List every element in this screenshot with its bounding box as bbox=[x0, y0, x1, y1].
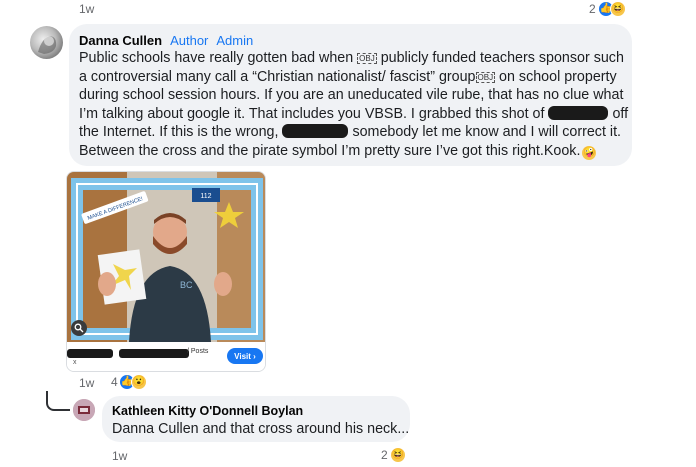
reply-author[interactable]: Kathleen Kitty O'Donnell Boylan bbox=[112, 404, 303, 418]
wow-icon: 😮 bbox=[130, 374, 147, 390]
comment-reactions[interactable]: 4 👍 😮 bbox=[111, 374, 147, 390]
haha-icon: 😆 bbox=[389, 447, 406, 463]
reply-time[interactable]: 1w bbox=[112, 449, 127, 463]
previous-comment-reactions[interactable]: 2 👍 😆 bbox=[589, 1, 626, 17]
comment-line: Public schools have really gotten bad wh… bbox=[79, 50, 358, 66]
redacted-block bbox=[119, 349, 189, 358]
reply-text: Danna Cullen and that cross around his n… bbox=[112, 421, 410, 437]
redacted-block bbox=[548, 105, 609, 120]
redacted-block bbox=[282, 124, 349, 139]
haha-icon: 😆 bbox=[609, 1, 626, 17]
redacted-block bbox=[67, 349, 113, 358]
zoom-icon[interactable] bbox=[71, 320, 87, 336]
comment-header: Danna Cullen Author Admin bbox=[79, 32, 253, 50]
comment-line: Between the cross and the pirate symbol … bbox=[79, 142, 581, 159]
author-badge: Author bbox=[170, 33, 209, 48]
comment-line: I’m talking about google it. That includ… bbox=[79, 105, 545, 122]
comment-text: Public schools have really gotten bad wh… bbox=[79, 49, 629, 161]
reaction-count: 2 bbox=[589, 2, 596, 16]
card-footer: / Posts x Visit › bbox=[67, 342, 265, 371]
footer-x-label: x bbox=[73, 359, 77, 366]
reply-bubble: Kathleen Kitty O'Donnell Boylan Danna Cu… bbox=[102, 396, 410, 442]
image-preview-card[interactable]: 112 MAKE A DIFFERENCE! BC / Posts x Visi… bbox=[66, 171, 266, 372]
comment-line: somebody let me know and I will correct … bbox=[348, 124, 622, 141]
comment-line: off bbox=[608, 105, 629, 122]
comment-author[interactable]: Danna Cullen bbox=[79, 33, 162, 48]
comment-line: a controversial many call a “Christian n… bbox=[79, 68, 476, 85]
comment-line: on school property bbox=[495, 68, 617, 85]
reaction-count: 2 bbox=[381, 448, 388, 462]
object-glyph: OBJ bbox=[357, 53, 377, 64]
comment-bubble: Danna Cullen Author Admin Public schools h… bbox=[69, 24, 632, 166]
zoom-glyph bbox=[74, 323, 84, 333]
visit-button[interactable]: Visit › bbox=[227, 348, 263, 364]
admin-badge: Admin bbox=[216, 33, 254, 48]
comment-line: publicly funded teachers sponsor such bbox=[376, 50, 624, 66]
avatar-kathleen-boylan[interactable] bbox=[73, 399, 95, 421]
avatar-image bbox=[38, 36, 57, 54]
frame-badge-text: 112 bbox=[200, 193, 211, 200]
shirt-logo-text: BC bbox=[180, 280, 193, 290]
posts-label: / Posts bbox=[187, 348, 209, 355]
photo[interactable]: 112 MAKE A DIFFERENCE! BC bbox=[67, 172, 265, 342]
reply-reactions[interactable]: 2 😆 bbox=[381, 447, 406, 463]
comment-line: the Internet. If this is the wrong, bbox=[79, 124, 279, 141]
previous-comment-time[interactable]: 1w bbox=[79, 2, 94, 16]
avatar-image bbox=[73, 399, 95, 421]
comment-time[interactable]: 1w bbox=[79, 376, 94, 390]
reply-connector-line bbox=[46, 391, 70, 411]
reaction-count: 4 bbox=[111, 375, 118, 389]
avatar-danna-cullen[interactable] bbox=[30, 26, 63, 59]
comment-line: during school session hours. If you are … bbox=[79, 87, 624, 104]
crazy-face-emoji-icon: 🤪 bbox=[582, 145, 597, 160]
photo-image: 112 MAKE A DIFFERENCE! BC bbox=[67, 172, 265, 342]
object-glyph: OBJ bbox=[475, 71, 496, 83]
